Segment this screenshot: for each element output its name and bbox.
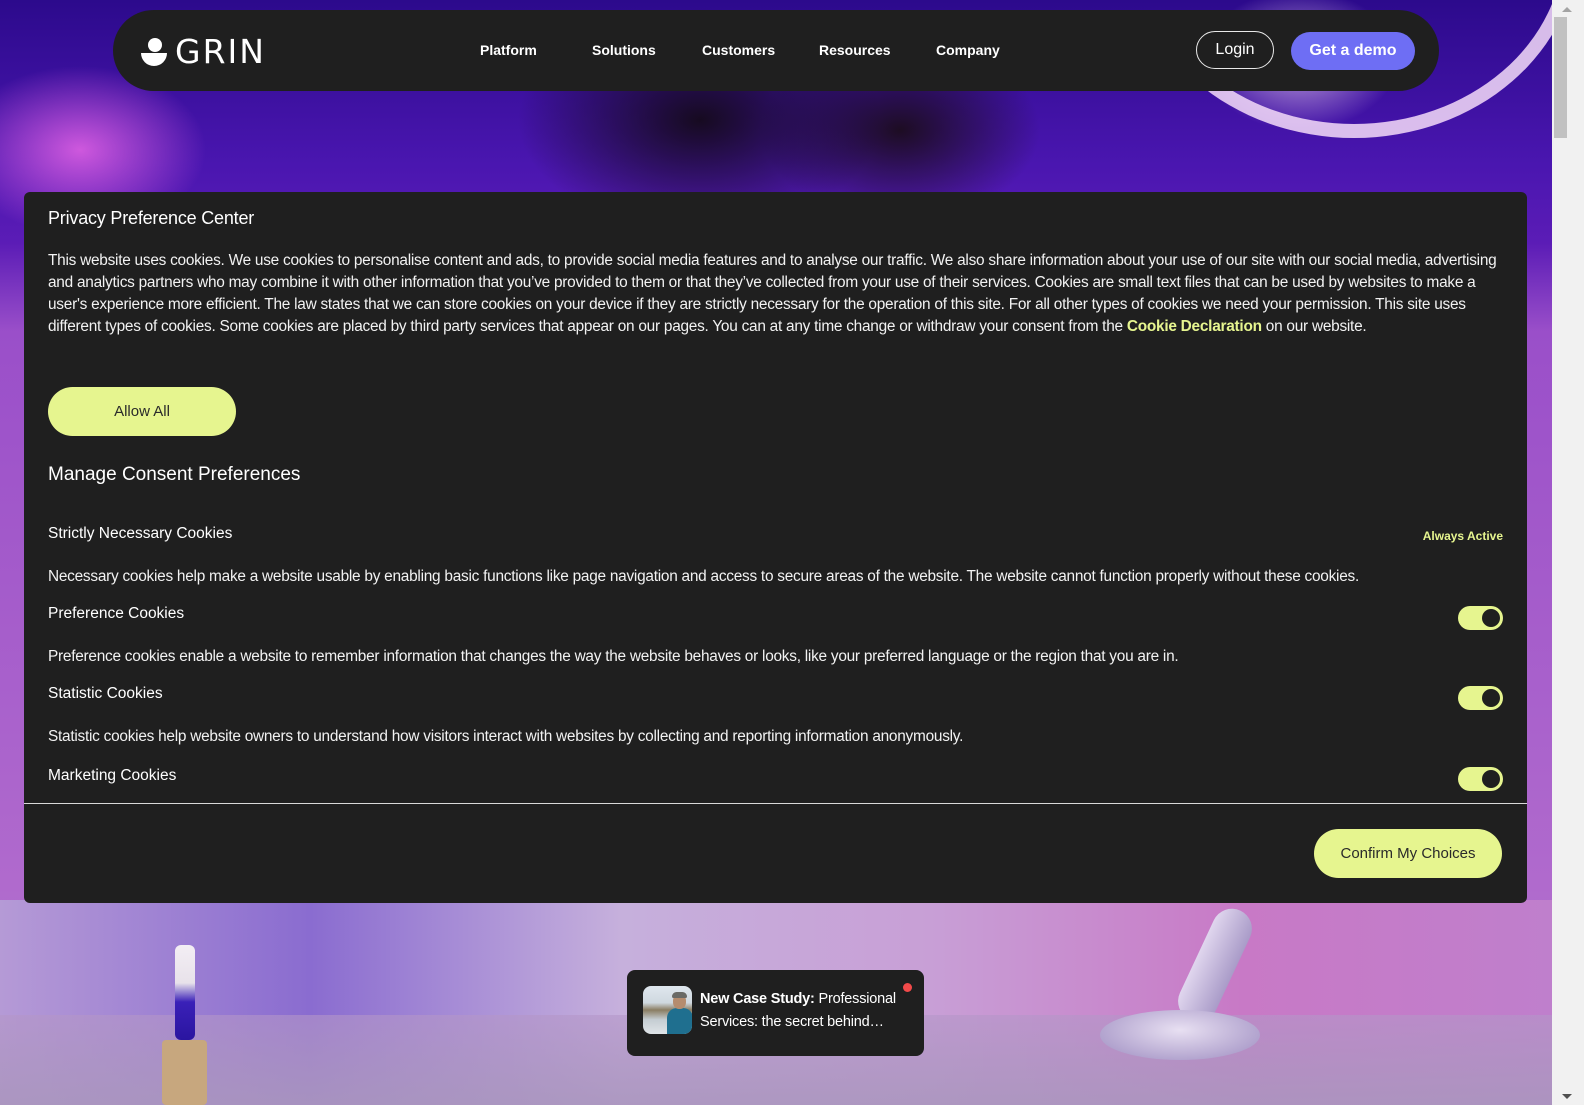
category-title-marketing: Marketing Cookies: [48, 767, 177, 784]
scrollbar-thumb[interactable]: [1554, 17, 1567, 138]
get-a-demo-button[interactable]: Get a demo: [1291, 32, 1415, 70]
marketing-cookies-toggle[interactable]: [1458, 767, 1503, 791]
bottle-base-decoration: [162, 1040, 207, 1105]
top-navigation: GRIN Platform Solutions Customers Resour…: [113, 10, 1439, 91]
nav-link-resources[interactable]: Resources: [819, 40, 891, 60]
login-button[interactable]: Login: [1196, 31, 1274, 69]
manage-consent-heading: Manage Consent Preferences: [48, 464, 301, 485]
nav-link-platform[interactable]: Platform: [480, 40, 537, 60]
nav-link-company[interactable]: Company: [936, 40, 1000, 60]
grin-smile-icon: [141, 36, 169, 68]
dialog-footer-divider: [24, 803, 1527, 804]
bottle-decoration: [175, 945, 195, 1040]
intro-paragraph: This website uses cookies. We use cookie…: [48, 250, 1498, 338]
category-description-preference: Preference cookies enable a website to r…: [48, 648, 1179, 665]
category-description-necessary: Necessary cookies help make a website us…: [48, 568, 1360, 585]
category-title-statistic: Statistic Cookies: [48, 685, 163, 702]
category-title-necessary: Strictly Necessary Cookies: [48, 525, 233, 542]
dialog-title: Privacy Preference Center: [48, 208, 255, 228]
always-active-badge: Always Active: [1422, 529, 1503, 543]
logo-text: GRIN: [175, 32, 266, 71]
category-description-statistic: Statistic cookies help website owners to…: [48, 728, 964, 745]
statistic-cookies-toggle[interactable]: [1458, 686, 1503, 710]
scroll-up-arrow-icon[interactable]: [1562, 7, 1572, 12]
toggle-knob: [1482, 609, 1500, 627]
nav-link-customers[interactable]: Customers: [702, 40, 775, 60]
cookie-declaration-link[interactable]: Cookie Declaration: [1127, 318, 1262, 335]
dialog-scroll-area[interactable]: Privacy Preference Center This website u…: [24, 192, 1527, 803]
category-title-preference: Preference Cookies: [48, 605, 185, 622]
toast-text: New Case Study: Professional Services: t…: [700, 988, 910, 1034]
allow-all-button[interactable]: Allow All: [48, 387, 236, 436]
toast-bold-label: New Case Study:: [700, 991, 815, 1007]
toggle-knob: [1482, 689, 1500, 707]
page-scrollbar[interactable]: [1552, 0, 1584, 1105]
case-study-toast[interactable]: New Case Study: Professional Services: t…: [627, 970, 924, 1056]
grin-logo[interactable]: GRIN: [141, 34, 266, 70]
scroll-down-arrow-icon[interactable]: [1562, 1094, 1572, 1099]
confirm-my-choices-button[interactable]: Confirm My Choices: [1314, 829, 1502, 878]
nav-link-solutions[interactable]: Solutions: [592, 40, 656, 60]
intro-suffix: on our website.: [1261, 318, 1367, 335]
toggle-knob: [1482, 770, 1500, 788]
preference-cookies-toggle[interactable]: [1458, 606, 1503, 630]
privacy-preference-dialog: Privacy Preference Center This website u…: [24, 192, 1527, 903]
case-study-thumbnail: [643, 986, 692, 1034]
lamp-base-decoration: [1100, 1010, 1260, 1060]
notification-dot-icon: [903, 983, 912, 992]
